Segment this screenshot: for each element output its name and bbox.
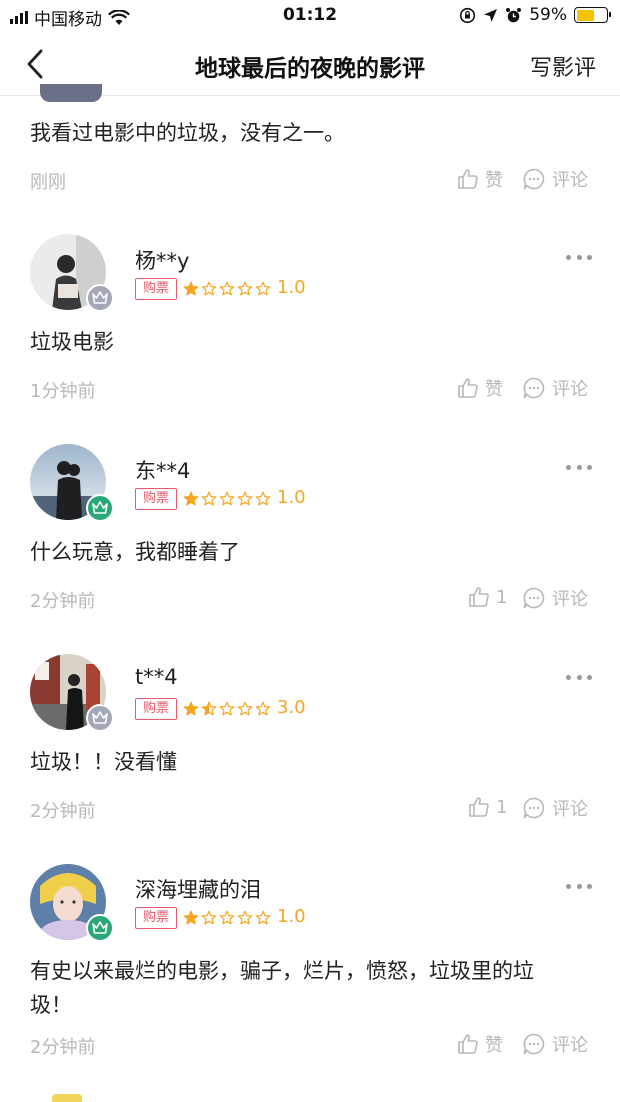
battery-fill [576, 9, 594, 21]
more-options-button[interactable] [566, 250, 592, 264]
thumbs-up-icon [469, 587, 489, 607]
avatar[interactable] [52, 1094, 82, 1102]
star-empty-icon [237, 910, 253, 925]
rating-stars [183, 281, 271, 297]
like-button[interactable]: 赞 [456, 1031, 503, 1057]
thumbs-up-icon [469, 797, 489, 817]
review-content: 有史以来最烂的电影，骗子，烂片，愤怒，垃圾里的垃圾！ [30, 959, 534, 1017]
comment-label: 评论 [552, 799, 588, 820]
battery-icon [574, 7, 611, 23]
star-empty-icon [237, 701, 253, 716]
review-content: 什么玩意，我都睡着了 [30, 540, 240, 564]
rating-score: 3.0 [277, 697, 306, 718]
crown-badge-icon [86, 284, 114, 312]
review-content: 垃圾！！没看懂 [30, 750, 177, 774]
more-options-button[interactable] [566, 879, 592, 893]
review-content: 垃圾电影 [30, 330, 114, 354]
rating-stars [183, 701, 271, 717]
crown-badge-icon [86, 704, 114, 732]
username[interactable]: 深海埋藏的泪 [135, 874, 261, 904]
star-empty-icon [201, 910, 217, 925]
page-title: 地球最后的夜晚的影评 [195, 56, 425, 82]
star-empty-icon [255, 701, 271, 716]
username[interactable]: 杨**y [135, 245, 189, 275]
chevron-left-icon [27, 49, 43, 79]
location-icon [484, 8, 498, 22]
star-empty-icon [219, 491, 235, 506]
purchase-tag: 购票 [135, 698, 177, 720]
star-empty-icon [201, 491, 217, 506]
comment-label: 评论 [552, 170, 588, 191]
comment-label: 评论 [552, 589, 588, 610]
star-empty-icon [219, 910, 235, 925]
username[interactable]: t**4 [135, 665, 178, 689]
more-options-button[interactable] [566, 460, 592, 474]
like-button[interactable]: 赞 [456, 375, 503, 401]
rating-stars [183, 910, 271, 926]
comment-icon [523, 377, 545, 399]
star-empty-icon [255, 281, 271, 296]
star-filled-icon [183, 910, 199, 925]
rotation-lock-icon [460, 7, 476, 23]
star-empty-icon [237, 281, 253, 296]
star-filled-icon [183, 491, 199, 506]
like-button[interactable]: 1 [467, 585, 507, 609]
review-time: 2分钟前 [30, 801, 96, 822]
like-button[interactable]: 赞 [456, 166, 503, 192]
comment-icon [523, 587, 545, 609]
like-label: 赞 [485, 1035, 503, 1056]
star-empty-icon [237, 491, 253, 506]
like-label: 赞 [485, 379, 503, 400]
comment-button[interactable]: 评论 [522, 1031, 588, 1057]
write-review-button[interactable]: 写影评 [530, 50, 596, 82]
rating-score: 1.0 [277, 487, 306, 508]
star-empty-icon [219, 701, 235, 716]
more-options-button[interactable] [566, 670, 592, 684]
battery-percent: 59% [529, 5, 567, 25]
thumbs-up-icon [458, 1034, 478, 1054]
comment-icon [523, 168, 545, 190]
thumbs-up-icon [458, 169, 478, 189]
back-button[interactable] [18, 46, 54, 82]
crown-badge-icon [86, 914, 114, 942]
crown-badge-icon [86, 494, 114, 522]
comment-button[interactable]: 评论 [522, 166, 588, 192]
purchase-tag: 购票 [135, 278, 177, 300]
review-time: 1分钟前 [30, 381, 96, 402]
star-empty-icon [255, 491, 271, 506]
status-right: 59% [459, 5, 611, 25]
rating-score: 1.0 [277, 277, 306, 298]
star-empty-icon [255, 910, 271, 925]
review-time: 2分钟前 [30, 1037, 96, 1058]
review-time: 2分钟前 [30, 591, 96, 612]
review-time: 刚刚 [30, 172, 66, 193]
alarm-icon [506, 7, 522, 22]
purchase-tag: 购票 [135, 488, 177, 510]
comment-button[interactable]: 评论 [522, 375, 588, 401]
purchase-tag: 购票 [135, 907, 177, 929]
username[interactable]: 东**4 [135, 455, 190, 485]
comment-icon [523, 1033, 545, 1055]
rating-score: 1.0 [277, 906, 306, 927]
comment-button[interactable]: 评论 [522, 585, 588, 611]
star-filled-icon [201, 701, 217, 716]
like-button[interactable]: 1 [467, 795, 507, 819]
comment-label: 评论 [552, 379, 588, 400]
star-empty-icon [201, 281, 217, 296]
like-count: 1 [496, 586, 508, 608]
review-content: 我看过电影中的垃圾，没有之一。 [30, 121, 345, 145]
like-label: 赞 [485, 170, 503, 191]
like-count: 1 [496, 796, 508, 818]
status-bar: 中国移动 01:12 59% [0, 0, 620, 32]
comment-label: 评论 [552, 1035, 588, 1056]
thumbs-up-icon [458, 378, 478, 398]
comment-button[interactable]: 评论 [522, 795, 588, 821]
user-tag-badge [40, 84, 102, 102]
star-filled-icon [183, 281, 199, 296]
star-filled-icon [183, 701, 199, 716]
star-empty-icon [219, 281, 235, 296]
rating-stars [183, 491, 271, 507]
comment-icon [523, 797, 545, 819]
